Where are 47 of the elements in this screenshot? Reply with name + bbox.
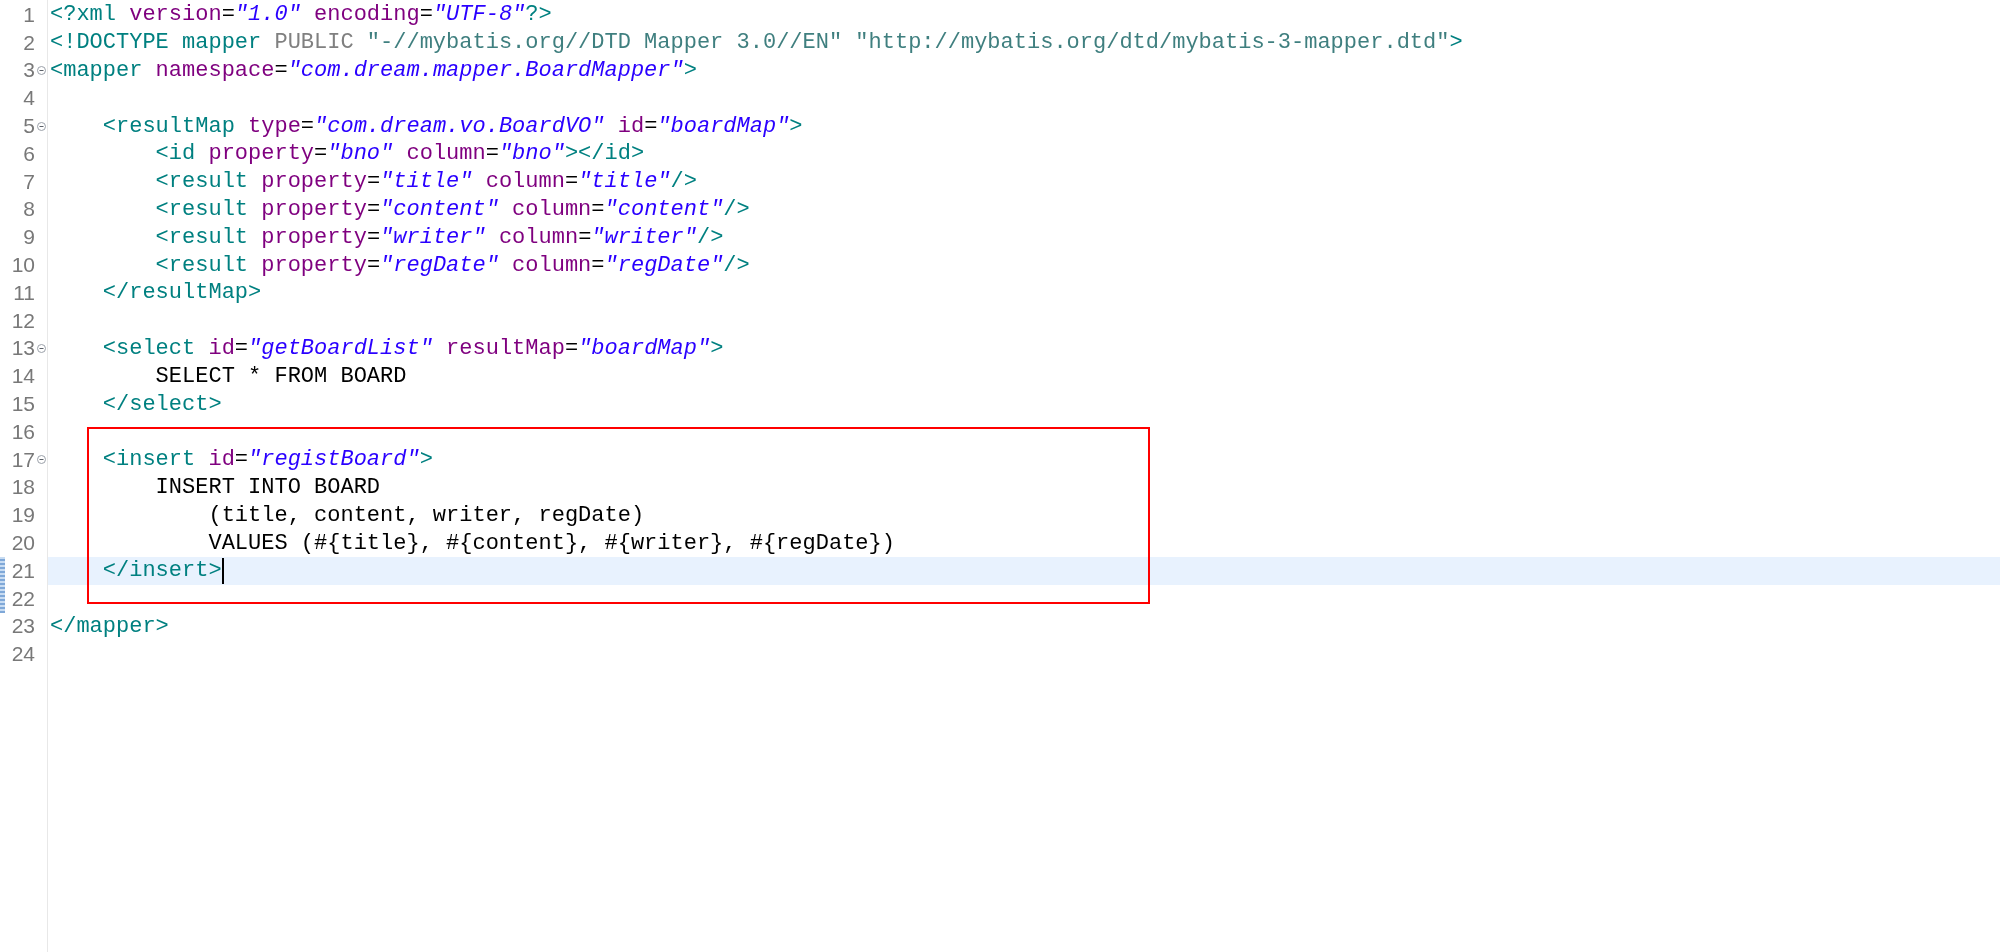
code-line: SELECT * FROM BOARD <box>154 362 407 390</box>
code-line: VALUES (#{title}, #{content}, #{writer}, #{regDate}) <box>207 529 895 557</box>
code-line: <select id="getBoardList" resultMap="boardMap"> <box>101 334 724 362</box>
line-number: 22 <box>10 586 35 611</box>
code-line: INSERT INTO BOARD <box>154 473 381 501</box>
code-line: <result property="regDate" column="regDate"/> <box>154 251 750 279</box>
line-number: 6 <box>22 141 35 166</box>
line-number: 11 <box>12 280 35 305</box>
code-line: </insert> <box>101 557 222 585</box>
line-number: 2 <box>22 30 35 55</box>
collapse-icon[interactable] <box>36 455 46 465</box>
line-number: 7 <box>22 169 35 194</box>
collapse-icon[interactable] <box>36 343 46 353</box>
collapse-icon[interactable] <box>36 66 46 75</box>
line-number: 18 <box>10 475 35 500</box>
code-line: </mapper> <box>50 612 169 640</box>
line-number: 21 <box>10 558 35 583</box>
line-number: 15 <box>10 392 35 417</box>
code-line: <id property="bno" column="bno"></id> <box>154 140 645 168</box>
line-number: 23 <box>10 614 35 639</box>
line-number: 12 <box>10 308 35 333</box>
code-line: (title, content, writer, regDate) <box>207 501 645 529</box>
line-number: 16 <box>10 419 35 444</box>
code-line: </select> <box>101 390 222 418</box>
line-number: 4 <box>22 86 35 111</box>
code-line: <result property="writer" column="writer"/> <box>154 223 724 251</box>
code-line: <resultMap type="com.dream.vo.BoardVO" id="boardMap"> <box>101 112 803 140</box>
line-number: 13 <box>10 336 35 361</box>
line-number: 19 <box>10 503 35 528</box>
code-line: <mapper namespace="com.dream.mapper.BoardMapper"> <box>50 57 697 84</box>
code-line: </resultMap> <box>101 279 262 307</box>
code-line: <result property="content" column="content"/> <box>154 195 750 223</box>
line-number: 10 <box>10 253 35 278</box>
line-number: 20 <box>10 531 35 556</box>
line-number: 9 <box>22 225 35 250</box>
code-line: <!DOCTYPE mapper PUBLIC "-//mybatis.org//DTD Mapper 3.0//EN" "http://mybatis.org/dtd/mybatis-3-mapper.dtd"> <box>50 29 1463 57</box>
collapse-icon[interactable] <box>36 121 46 131</box>
line-number: 24 <box>10 642 35 667</box>
code-line: <result property="title" column="title"/> <box>154 168 697 196</box>
line-number: 17 <box>10 447 35 472</box>
line-number: 8 <box>22 197 35 222</box>
code-line: <insert id="registBoard"> <box>101 446 433 474</box>
line-number: 5 <box>22 114 35 139</box>
line-number: 1 <box>22 2 35 27</box>
code-line: <?xml version="1.0" encoding="UTF-8"?> <box>50 1 552 29</box>
line-number: 14 <box>10 364 35 389</box>
line-number: 3 <box>22 58 35 83</box>
